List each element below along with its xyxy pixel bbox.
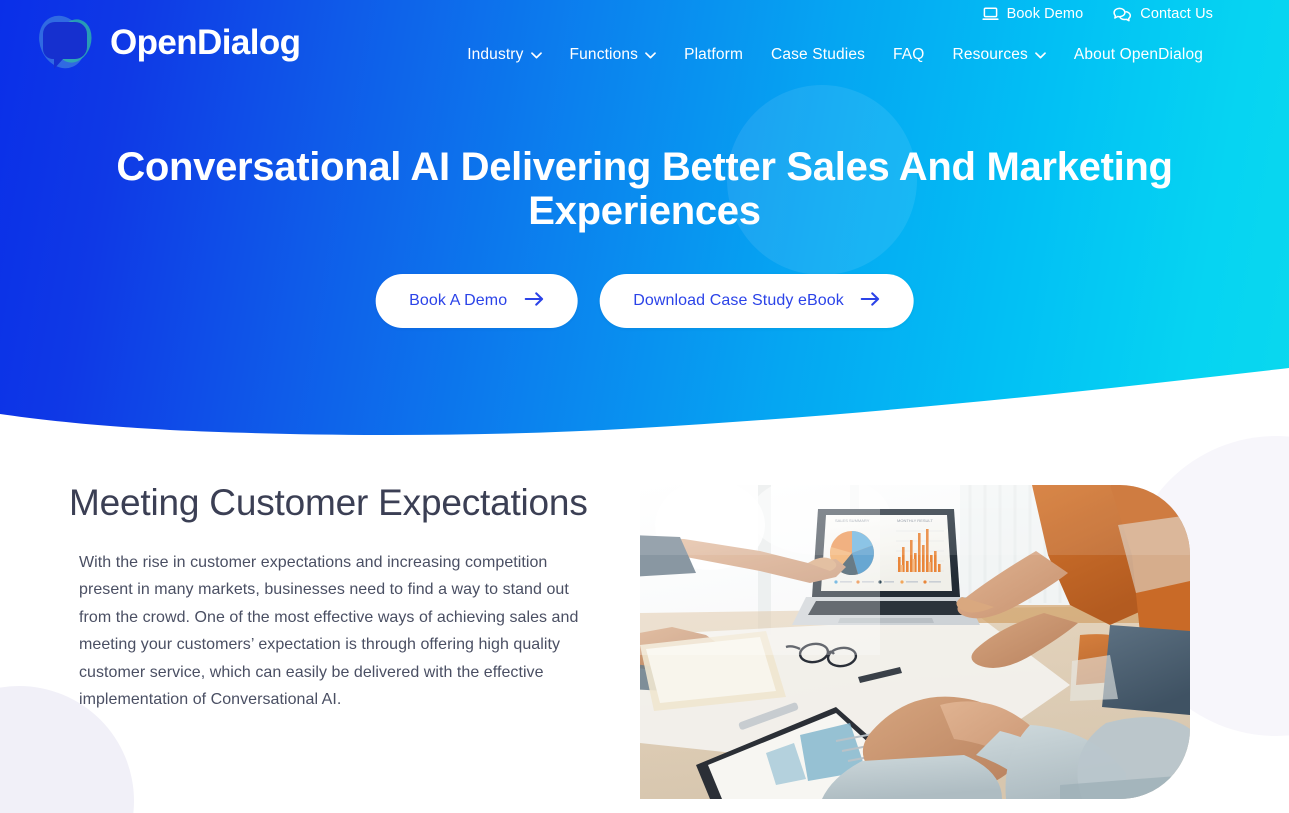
nav-item-label: FAQ	[893, 46, 925, 63]
utility-link-label: Book Demo	[1006, 6, 1084, 22]
page-root: OpenDialog Book Demo Contact Us Industry…	[0, 0, 1289, 813]
brand-name: OpenDialog	[110, 22, 301, 62]
utility-link-label: Contact Us	[1140, 6, 1213, 22]
chat-bubble-logo-icon	[36, 10, 98, 74]
nav-item-about-opendialog[interactable]: About OpenDialog	[1060, 46, 1217, 64]
nav-item-resources[interactable]: Resources	[938, 46, 1059, 64]
arrow-right-icon	[524, 291, 543, 311]
chevron-down-icon	[530, 46, 542, 64]
nav-item-platform[interactable]: Platform	[670, 46, 757, 64]
section-body-text: With the rise in customer expectations a…	[79, 553, 579, 709]
nav-item-label: Functions	[569, 46, 639, 63]
hero-title: Conversational AI Delivering Better Sale…	[116, 145, 1173, 234]
download-case-study-ebook-button[interactable]: Download Case Study eBook	[599, 274, 914, 328]
nav-item-industry[interactable]: Industry	[453, 46, 555, 64]
chat-bubbles-icon	[1113, 7, 1132, 22]
section-photo: SALES SUMMARY MONTHLY RESULT	[640, 485, 1190, 799]
chevron-down-icon	[645, 46, 656, 64]
utility-bar: Book Demo Contact Us	[981, 6, 1213, 22]
nav-item-label: Industry	[467, 46, 524, 63]
meeting-customer-expectations-section: Meeting Customer Expectations With the r…	[0, 435, 1289, 813]
nav-item-functions[interactable]: Functions	[556, 46, 671, 64]
hero-cta-group: Book A Demo Download Case Study eBook	[375, 274, 914, 328]
utility-link-book-demo[interactable]: Book Demo	[981, 6, 1084, 22]
download-case-study-ebook-label: Download Case Study eBook	[633, 292, 844, 309]
brand-logo[interactable]: OpenDialog	[36, 10, 301, 74]
laptop-icon	[981, 6, 999, 22]
chevron-down-icon	[1035, 46, 1046, 64]
main-navigation: Industry Functions Platform Case Studies…	[453, 46, 1217, 64]
nav-item-label: About OpenDialog	[1073, 46, 1203, 63]
book-a-demo-label: Book A Demo	[409, 292, 508, 309]
nav-item-label: Case Studies	[771, 46, 866, 63]
nav-item-label: Resources	[952, 46, 1028, 63]
utility-link-contact-us[interactable]: Contact Us	[1113, 6, 1213, 22]
arrow-right-icon	[860, 291, 880, 311]
nav-item-case-studies[interactable]: Case Studies	[757, 46, 879, 64]
nav-item-label: Platform	[684, 46, 744, 63]
nav-item-faq[interactable]: FAQ	[879, 46, 938, 64]
section-title: Meeting Customer Expectations	[69, 482, 588, 523]
book-a-demo-button[interactable]: Book A Demo	[375, 274, 578, 328]
section-text-column: Meeting Customer Expectations With the r…	[69, 481, 614, 714]
